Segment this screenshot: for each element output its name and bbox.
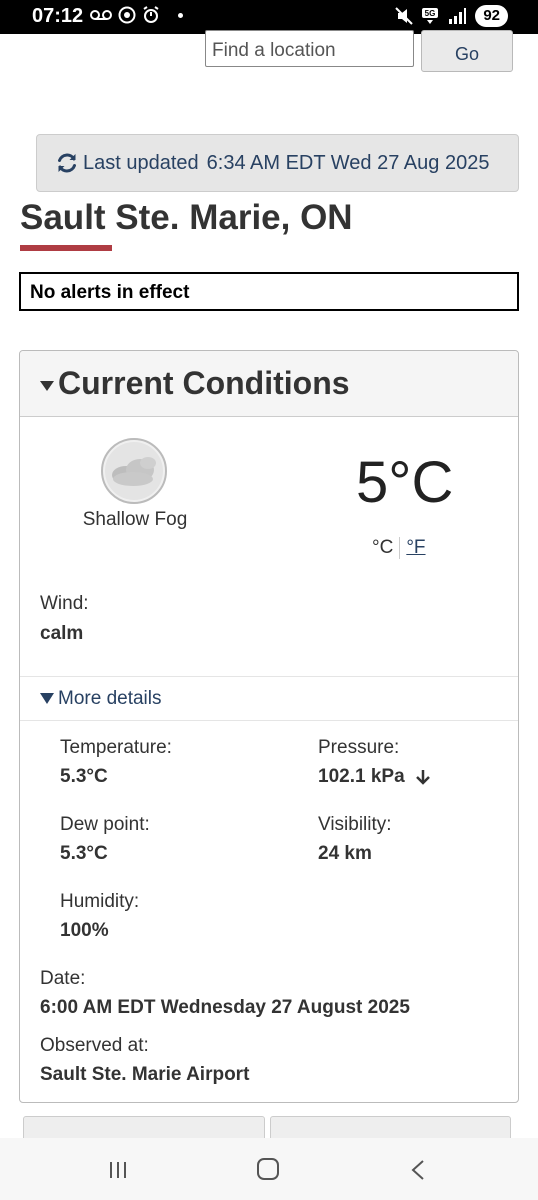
pressure-value: 102.1 kPa [318, 766, 405, 787]
wind-value: calm [40, 623, 84, 644]
unit-celsius: °C [372, 537, 401, 559]
date-value: 6:00 AM EDT Wednesday 27 August 2025 [40, 997, 410, 1018]
triangle-down-icon [40, 693, 54, 704]
signal-icon [449, 8, 467, 24]
home-icon[interactable] [257, 1158, 279, 1180]
date-label: Date: [40, 968, 86, 989]
condition-text: Shallow Fog [82, 509, 188, 530]
last-updated-label: Last updated [83, 151, 199, 174]
whatsapp-icon [118, 6, 136, 24]
dew-point-label: Dew point: [60, 814, 150, 835]
pressure-value-row: 102.1 kPa [318, 766, 432, 788]
current-temperature: 5°C [356, 450, 454, 515]
alarm-icon [143, 6, 159, 23]
refresh-icon [58, 153, 76, 173]
pressure-label: Pressure: [318, 737, 400, 758]
page-title: Sault Ste. Marie, ON [20, 198, 353, 237]
current-conditions-toggle[interactable]: Current Conditions [20, 351, 518, 417]
battery-icon: 92 [475, 5, 508, 27]
unit-fahrenheit-link[interactable]: °F [400, 537, 425, 559]
title-underline [20, 245, 112, 251]
caret-down-icon [40, 381, 54, 391]
unit-switch: °C °F [372, 537, 426, 559]
network-5g-icon: 5G [422, 8, 439, 24]
current-conditions-panel: Current Conditions Shallow Fog 5°C °C °F… [19, 350, 519, 1103]
temperature-value: 5.3°C [60, 766, 108, 787]
humidity-label: Humidity: [60, 891, 140, 912]
last-updated-button[interactable]: Last updated 6:34 AM EDT Wed 27 Aug 2025 [36, 134, 519, 192]
status-bar: 07:12 5G 92 [0, 0, 538, 34]
last-updated-value: 6:34 AM EDT Wed 27 Aug 2025 [206, 151, 490, 174]
observed-value: Sault Ste. Marie Airport [40, 1064, 250, 1085]
current-conditions-title: Current Conditions [58, 365, 350, 401]
visibility-label: Visibility: [318, 814, 392, 835]
recents-icon[interactable] [108, 1160, 128, 1180]
wind-label: Wind: [40, 593, 89, 614]
alerts-box: No alerts in effect [19, 272, 519, 311]
search-input[interactable] [205, 30, 414, 67]
mute-icon [395, 7, 414, 25]
temperature-label: Temperature: [60, 737, 172, 758]
more-notifications-icon [178, 12, 183, 18]
observed-label: Observed at: [40, 1035, 149, 1056]
more-details-toggle[interactable]: More details [20, 676, 518, 721]
system-icons: 5G 92 [395, 5, 508, 27]
system-nav-bar [0, 1138, 538, 1200]
visibility-value: 24 km [318, 843, 372, 864]
notification-icons [90, 6, 183, 24]
dew-point-value: 5.3°C [60, 843, 108, 864]
fog-cloud-icon [101, 438, 167, 504]
svg-text:5G: 5G [425, 9, 436, 18]
arrow-down-icon [416, 769, 430, 785]
back-icon[interactable] [410, 1159, 426, 1181]
voicemail-icon [90, 10, 112, 20]
humidity-value: 100% [60, 920, 109, 941]
go-button[interactable]: Go [421, 30, 513, 72]
more-details-label: More details [58, 688, 162, 709]
status-time: 07:12 [32, 5, 84, 27]
